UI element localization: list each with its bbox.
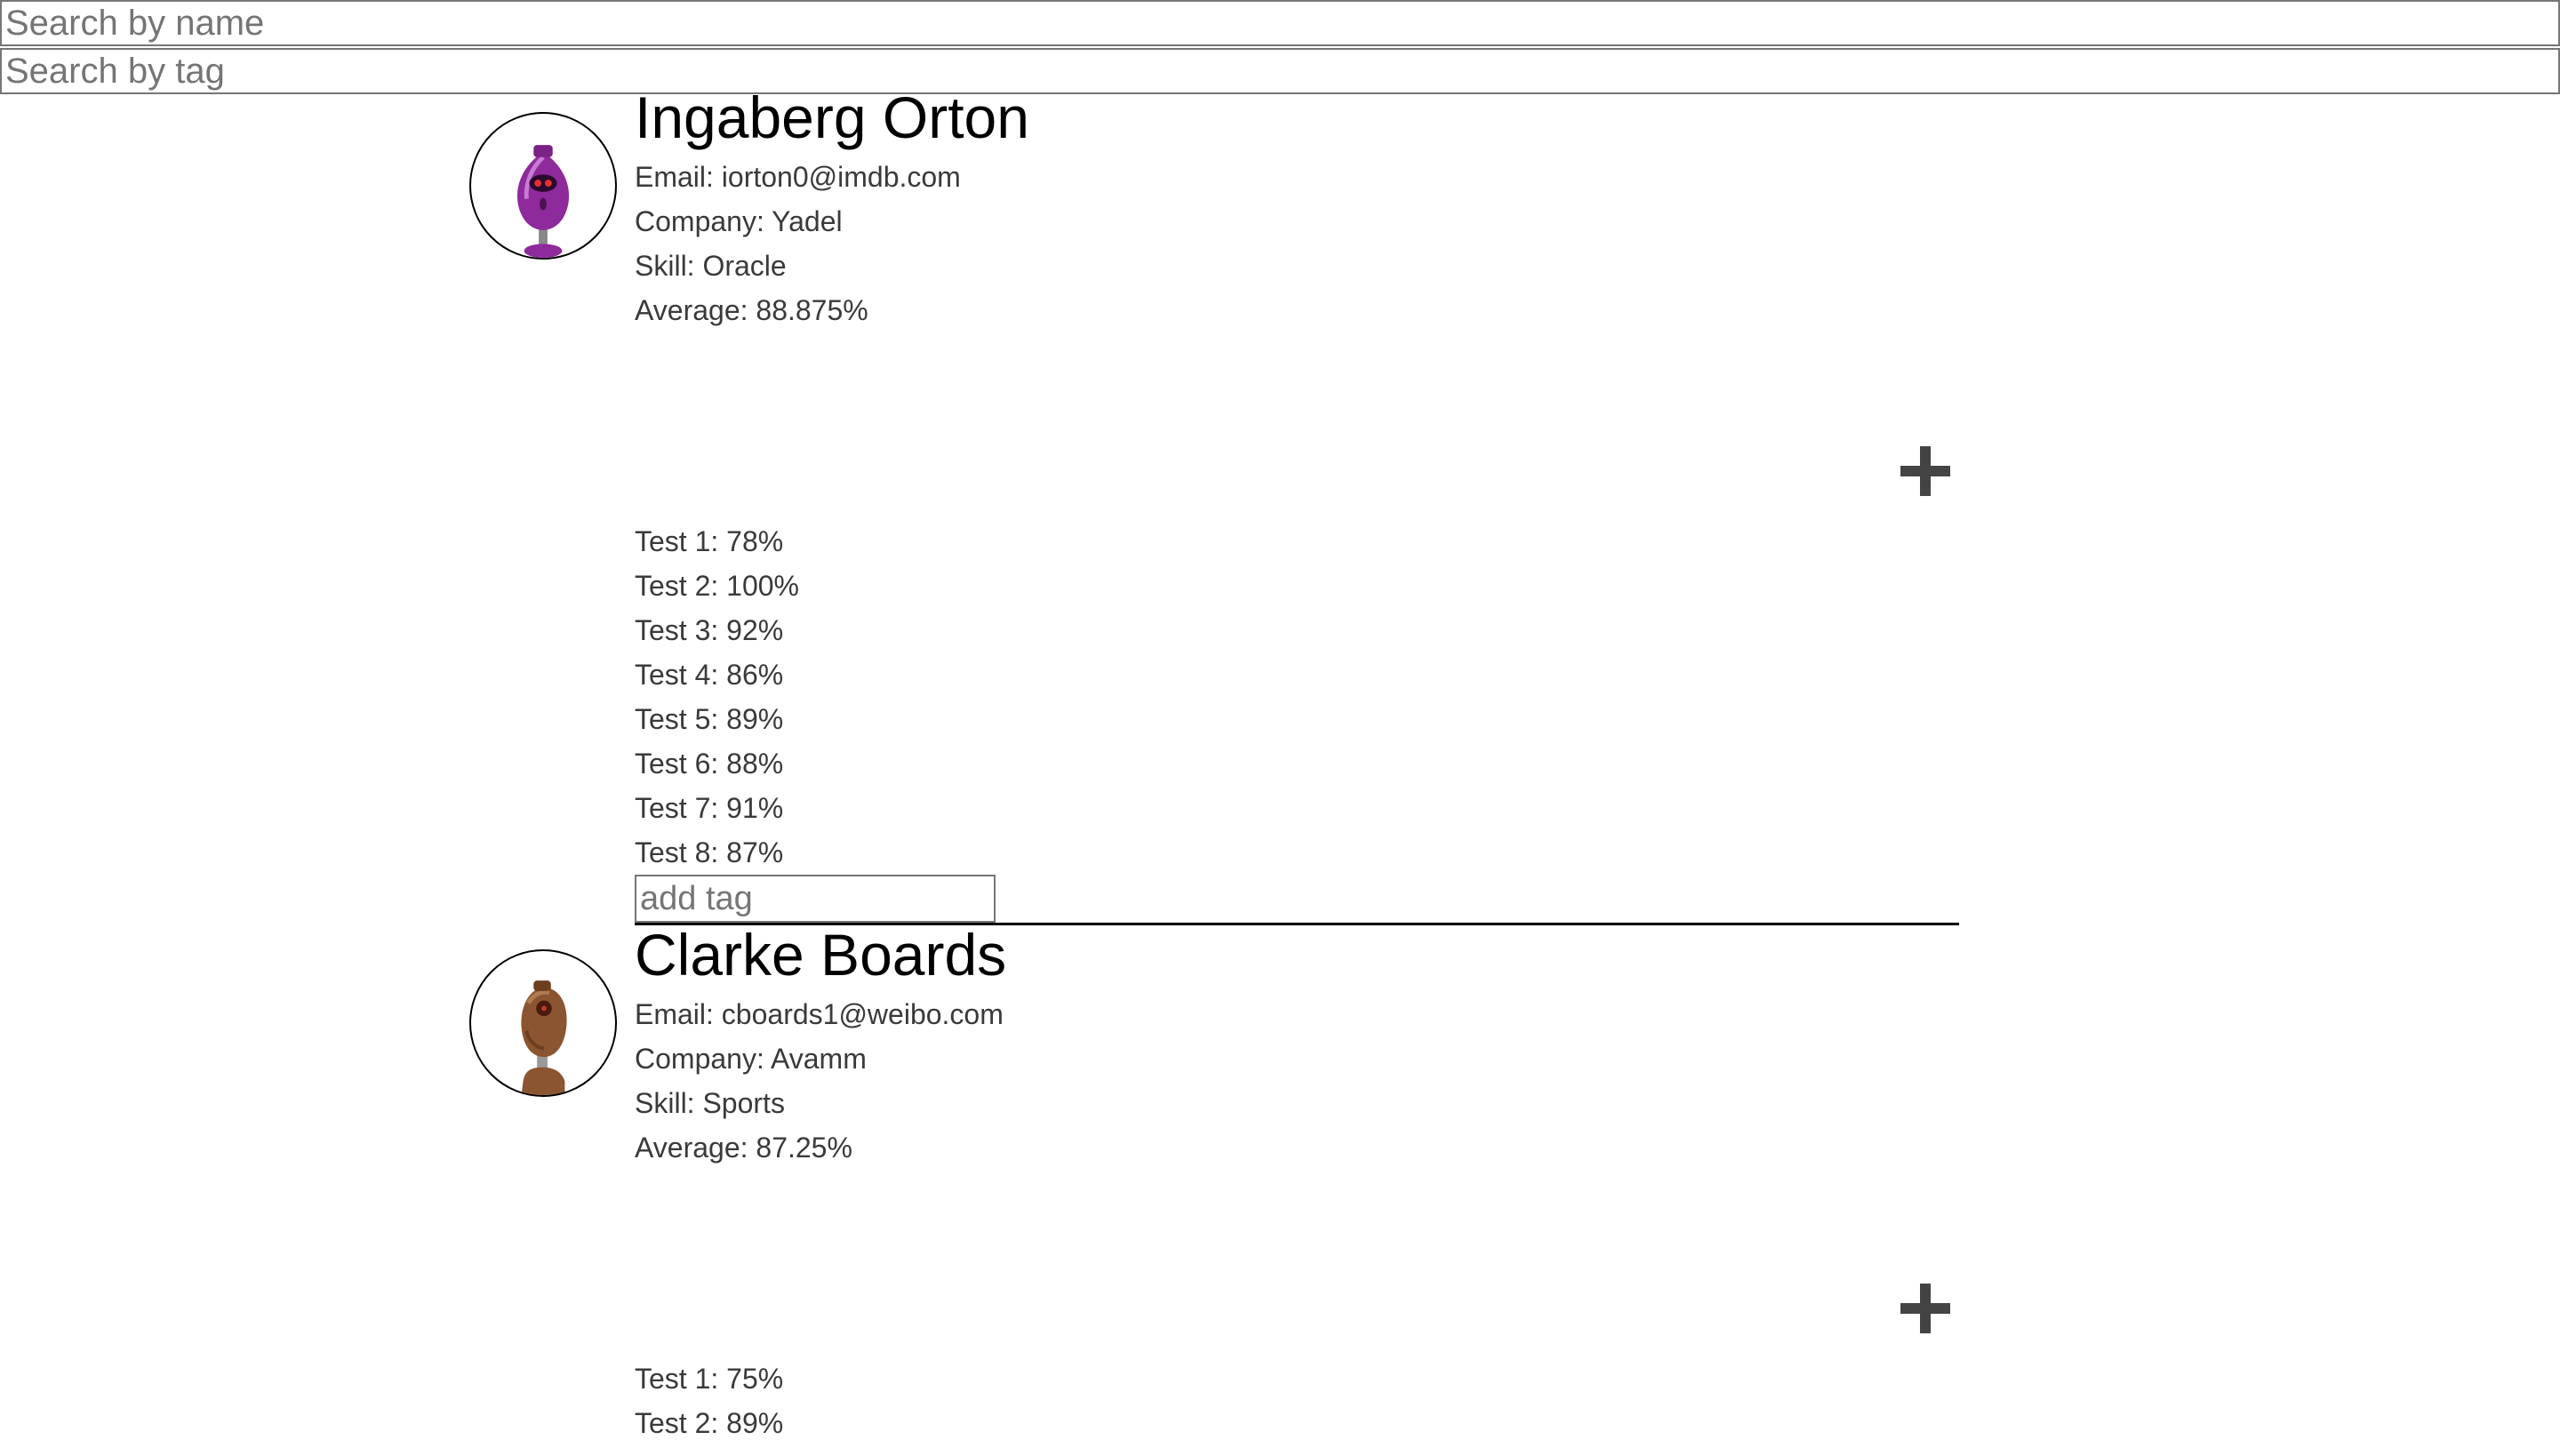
student-skill: Skill: Oracle bbox=[635, 250, 787, 282]
robot-avatar-icon bbox=[516, 145, 570, 258]
student-card: Ingaberg Orton Email: iorton0@imdb.com C… bbox=[0, 0, 2560, 1456]
expand-button[interactable] bbox=[1900, 446, 1950, 496]
test-score: Test 6: 88% bbox=[635, 748, 784, 780]
test-scores-list: Test 1: 78% Test 2: 100% Test 3: 92% Tes… bbox=[635, 519, 799, 875]
expand-button[interactable] bbox=[1900, 1284, 1950, 1333]
student-email: Email: iorton0@imdb.com bbox=[635, 161, 961, 193]
add-tag-input[interactable] bbox=[635, 875, 996, 923]
student-company: Company: Yadel bbox=[635, 205, 843, 237]
card-divider bbox=[635, 923, 1959, 925]
student-average: Average: 88.875% bbox=[635, 294, 868, 326]
test-score: Test 8: 87% bbox=[635, 836, 784, 868]
test-score: Test 4: 86% bbox=[635, 659, 784, 691]
student-details: Email: iorton0@imdb.com Company: Yadel S… bbox=[635, 155, 1959, 332]
student-name: Ingaberg Orton bbox=[635, 84, 1029, 150]
test-score: Test 3: 92% bbox=[635, 614, 784, 646]
student-avatar bbox=[469, 112, 617, 260]
test-score: Test 5: 89% bbox=[635, 703, 784, 735]
student-info: Ingaberg Orton Email: iorton0@imdb.com C… bbox=[635, 80, 1959, 332]
test-score: Test 7: 91% bbox=[635, 792, 784, 824]
test-score: Test 2: 100% bbox=[635, 570, 799, 602]
test-score: Test 1: 78% bbox=[635, 525, 784, 557]
